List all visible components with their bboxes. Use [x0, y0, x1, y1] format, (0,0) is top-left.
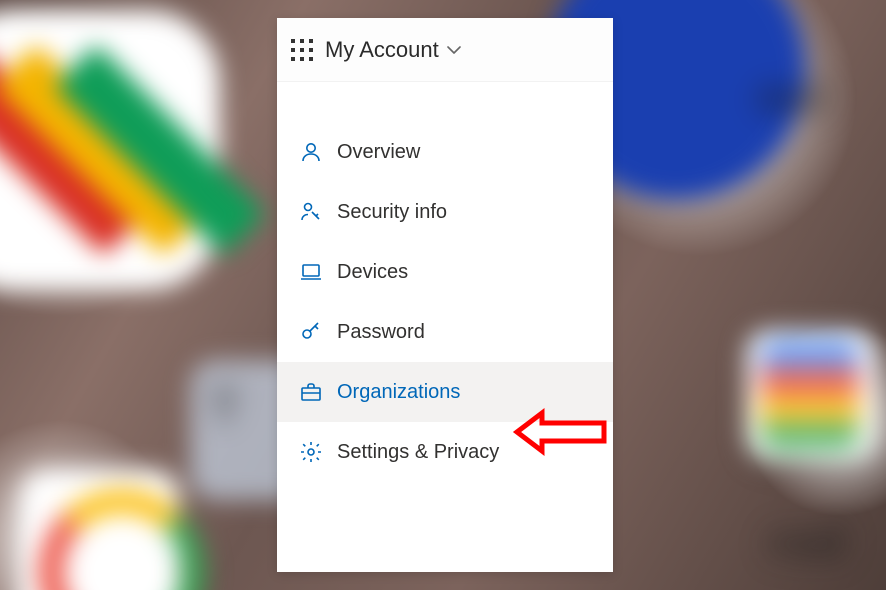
key-person-icon: [299, 200, 323, 224]
sidebar-item-label: Password: [337, 321, 425, 344]
header-title-text: My Account: [325, 37, 439, 63]
gear-icon: [299, 440, 323, 464]
app-launcher-icon[interactable]: [291, 39, 313, 61]
account-switcher[interactable]: My Account: [325, 37, 461, 63]
sidebar-item-label: Security info: [337, 201, 447, 224]
briefcase-icon: [299, 380, 323, 404]
annotation-arrow: [512, 407, 612, 457]
sidebar-item-overview[interactable]: Overview: [277, 122, 613, 182]
chevron-down-icon: [447, 45, 461, 55]
my-account-panel: My Account Overview Security info: [277, 18, 613, 572]
key-icon: [299, 320, 323, 344]
sidebar-item-devices[interactable]: Devices: [277, 242, 613, 302]
sidebar-item-password[interactable]: Password: [277, 302, 613, 362]
sidebar-item-label: Overview: [337, 141, 420, 164]
sidebar-item-security-info[interactable]: Security info: [277, 182, 613, 242]
sidebar-item-label: Settings & Privacy: [337, 441, 499, 464]
panel-header: My Account: [277, 18, 613, 82]
sidebar-item-label: Devices: [337, 261, 408, 284]
person-icon: [299, 140, 323, 164]
laptop-icon: [299, 260, 323, 284]
sidebar-item-label: Organizations: [337, 381, 460, 404]
screenshot-stage: T nal rod My Account Overview: [0, 0, 886, 590]
